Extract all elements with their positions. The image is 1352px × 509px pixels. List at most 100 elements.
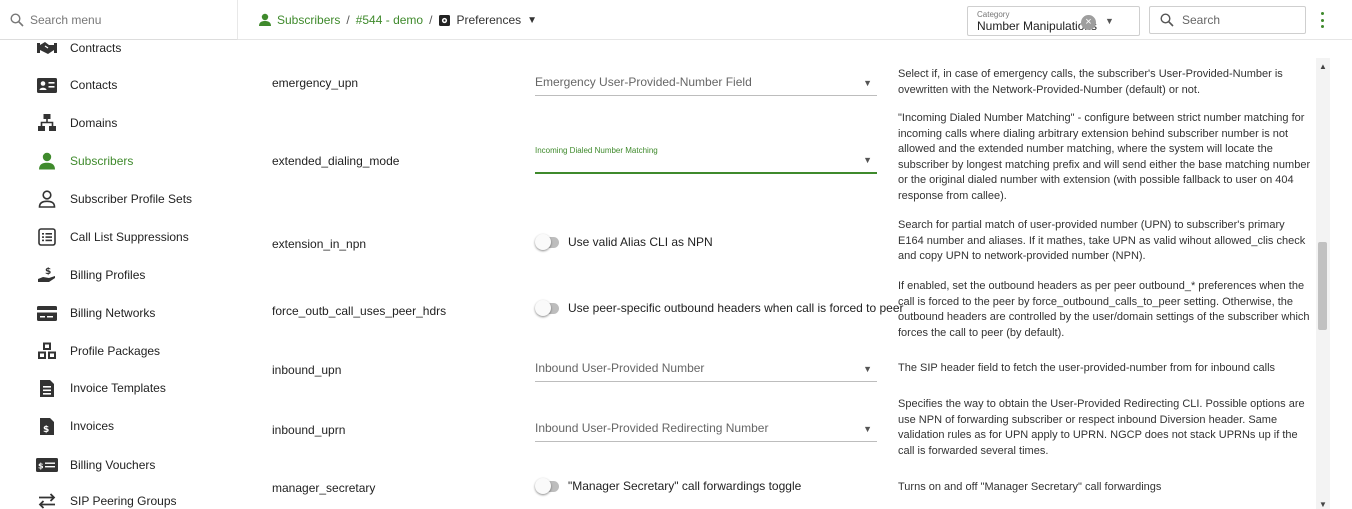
sidebar-item-sip-peering-groups[interactable]: SIP Peering Groups bbox=[0, 482, 238, 509]
breadcrumb-current: Preferences bbox=[456, 13, 522, 27]
preference-name: force_outb_call_uses_peer_hdrs bbox=[272, 304, 447, 318]
sitemap-icon bbox=[36, 112, 58, 134]
list-box-icon bbox=[36, 226, 58, 248]
scrollbar[interactable]: ▲ ▼ bbox=[1316, 58, 1330, 509]
preference-name: manager_secretary bbox=[272, 481, 376, 495]
preference-description: "Incoming Dialed Number Matching" - conf… bbox=[898, 112, 1311, 202]
sidebar-item-label: Contracts bbox=[70, 41, 122, 55]
sidebar-item-label: Subscribers bbox=[70, 154, 134, 168]
sidebar-item-subscribers[interactable]: Subscribers bbox=[0, 142, 238, 180]
extension-in-npn-toggle[interactable]: Use valid Alias CLI as NPN bbox=[535, 233, 713, 250]
force-outb-call-uses-peer-hdrs-toggle[interactable]: Use peer-specific outbound headers when … bbox=[535, 299, 904, 316]
breadcrumb-separator: / bbox=[346, 13, 350, 27]
preference-name: extension_in_npn bbox=[272, 237, 367, 251]
cubes-icon bbox=[36, 340, 58, 362]
toggle-switch[interactable] bbox=[535, 233, 559, 250]
preference-name: inbound_upn bbox=[272, 363, 342, 377]
sidebar-item-contacts[interactable]: Contacts bbox=[0, 66, 238, 104]
chevron-down-icon: ▼ bbox=[863, 78, 872, 88]
preference-description: Search for partial match of user-provide… bbox=[898, 219, 1306, 263]
sidebar-item-contracts[interactable]: Contracts bbox=[0, 29, 238, 67]
document-icon bbox=[36, 377, 58, 399]
person-outline-icon bbox=[36, 188, 58, 210]
chevron-down-icon: ▼ bbox=[863, 155, 872, 165]
sidebar-item-profile-packages[interactable]: Profile Packages bbox=[0, 332, 238, 370]
preference-name: emergency_upn bbox=[272, 76, 359, 90]
chevron-down-icon: ▼ bbox=[863, 424, 872, 434]
sidebar-item-label: Billing Profiles bbox=[70, 268, 146, 282]
inbound-upn-select[interactable]: Inbound User-Provided Number ▼ bbox=[535, 354, 877, 382]
person-icon bbox=[259, 13, 271, 26]
sidebar-item-label: Subscriber Profile Sets bbox=[70, 192, 193, 206]
breadcrumb-subscriber-link[interactable]: #544 - demo bbox=[356, 13, 423, 27]
svg-text:$: $ bbox=[43, 425, 49, 435]
sidebar-item-label: Invoices bbox=[70, 419, 115, 433]
search-icon bbox=[10, 12, 24, 27]
preference-name: extended_dialing_mode bbox=[272, 154, 400, 168]
sidebar-item-label: Invoice Templates bbox=[70, 381, 166, 395]
toggle-label: Use peer-specific outbound headers when … bbox=[568, 301, 904, 315]
menu-search-placeholder: Search menu bbox=[30, 12, 102, 27]
card-icon bbox=[36, 302, 58, 324]
sidebar-item-label: Billing Vouchers bbox=[70, 458, 156, 472]
sidebar-item-subscriber-profile-sets[interactable]: Subscriber Profile Sets bbox=[0, 180, 238, 218]
breadcrumb-subscribers-link[interactable]: Subscribers bbox=[277, 13, 340, 27]
sidebar-item-domains[interactable]: Domains bbox=[0, 104, 238, 142]
sidebar-item-label: Domains bbox=[70, 116, 118, 130]
voucher-icon: $ bbox=[36, 454, 58, 476]
preference-name: inbound_uprn bbox=[272, 423, 346, 437]
person-icon bbox=[36, 150, 58, 172]
inbound-uprn-select[interactable]: Inbound User-Provided Redirecting Number… bbox=[535, 414, 877, 442]
breadcrumb-separator: / bbox=[429, 13, 433, 27]
more-menu-icon[interactable] bbox=[1319, 12, 1325, 28]
sidebar-item-billing-profiles[interactable]: $ Billing Profiles bbox=[0, 256, 238, 294]
category-value: Number Manipulations bbox=[977, 19, 1098, 33]
sidebar-item-billing-vouchers[interactable]: $ Billing Vouchers bbox=[0, 446, 238, 484]
sidebar-item-label: Profile Packages bbox=[70, 344, 161, 358]
toggle-switch[interactable] bbox=[535, 299, 559, 316]
invoice-dollar-icon: $ bbox=[36, 415, 58, 437]
handshake-icon bbox=[36, 37, 58, 59]
scrollbar-thumb[interactable] bbox=[1318, 242, 1327, 330]
preference-description: Specifies the way to obtain the User-Pro… bbox=[898, 398, 1305, 457]
sidebar-item-invoices[interactable]: $ Invoices bbox=[0, 407, 238, 445]
search-placeholder: Search bbox=[1182, 13, 1221, 27]
chevron-down-icon[interactable]: ▼ bbox=[1105, 16, 1114, 26]
breadcrumb: Subscribers / #544 - demo / Preferences … bbox=[258, 0, 537, 40]
emergency-upn-select[interactable]: Emergency User-Provided-Number Field ▼ bbox=[535, 68, 877, 96]
search-icon bbox=[1160, 13, 1174, 27]
breadcrumb-dropdown-icon[interactable]: ▼ bbox=[527, 15, 537, 26]
swap-arrows-icon bbox=[36, 490, 58, 509]
select-value: Inbound User-Provided Number bbox=[535, 361, 705, 375]
preference-description: The SIP header field to fetch the user-p… bbox=[898, 362, 1276, 374]
preference-description: Turns on and off "Manager Secretary" cal… bbox=[898, 481, 1162, 493]
select-value: Inbound User-Provided Redirecting Number bbox=[535, 421, 769, 435]
toggle-label: "Manager Secretary" call forwardings tog… bbox=[568, 479, 802, 493]
svg-text:$: $ bbox=[45, 267, 51, 277]
preference-description: If enabled, set the outbound headers as … bbox=[898, 280, 1310, 339]
toggle-label: Use valid Alias CLI as NPN bbox=[568, 235, 713, 249]
extended-dialing-mode-select[interactable]: Incoming Dialed Number Matching ▼ bbox=[535, 142, 877, 174]
category-label: Category bbox=[977, 10, 1010, 19]
chevron-down-icon: ▼ bbox=[863, 364, 872, 374]
scroll-up-arrow-icon[interactable]: ▲ bbox=[1316, 62, 1330, 71]
sidebar: Contracts Contacts Domains Subscribers S… bbox=[0, 40, 238, 509]
select-value: Incoming Dialed Number Matching bbox=[535, 146, 658, 155]
search-input[interactable]: Search bbox=[1149, 6, 1306, 34]
toggle-switch[interactable] bbox=[535, 477, 559, 494]
scroll-down-arrow-icon[interactable]: ▼ bbox=[1316, 500, 1330, 509]
hand-coin-icon: $ bbox=[36, 264, 58, 286]
manager-secretary-toggle[interactable]: "Manager Secretary" call forwardings tog… bbox=[535, 477, 802, 494]
sidebar-item-label: Billing Networks bbox=[70, 306, 156, 320]
contact-card-icon bbox=[36, 74, 58, 96]
sidebar-item-call-list-suppressions[interactable]: Call List Suppressions bbox=[0, 218, 238, 256]
preference-description: Select if, in case of emergency calls, t… bbox=[898, 68, 1283, 96]
preferences-list: emergency_upn Emergency User-Provided-Nu… bbox=[238, 40, 1318, 509]
sidebar-item-label: SIP Peering Groups bbox=[70, 494, 177, 508]
clear-icon[interactable]: × bbox=[1081, 15, 1096, 30]
sidebar-item-label: Contacts bbox=[70, 78, 118, 92]
category-select[interactable]: Category Number Manipulations × ▼ bbox=[967, 6, 1140, 36]
sidebar-item-billing-networks[interactable]: Billing Networks bbox=[0, 294, 238, 332]
sidebar-item-invoice-templates[interactable]: Invoice Templates bbox=[0, 369, 238, 407]
preferences-icon bbox=[439, 14, 451, 26]
